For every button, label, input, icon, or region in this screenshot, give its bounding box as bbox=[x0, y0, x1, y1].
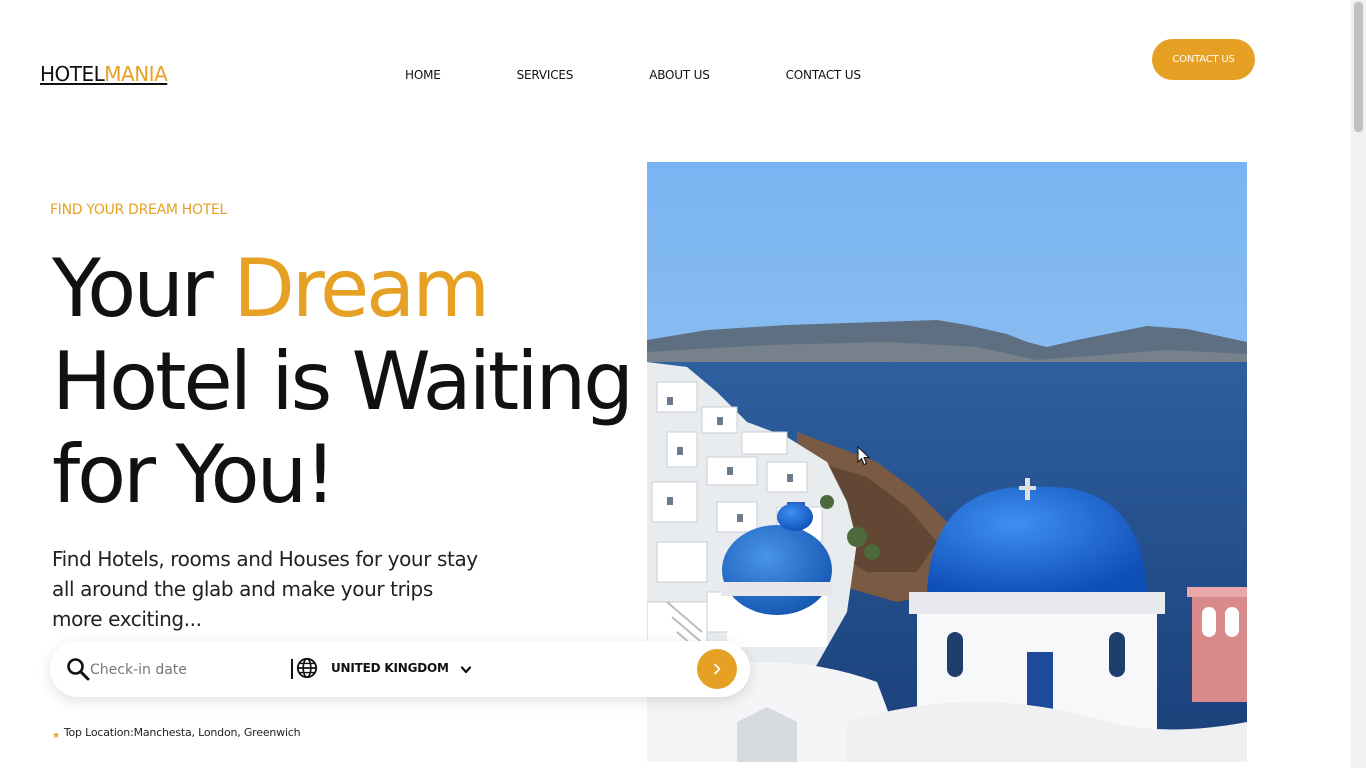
hero-headline: Your Dream Hotel is Waiting for You! bbox=[52, 242, 652, 521]
country-select[interactable]: UNITED KINGDOM bbox=[331, 661, 449, 675]
logo-part-hotel: HOTEL bbox=[40, 62, 105, 86]
nav-home[interactable]: HOME bbox=[405, 67, 441, 83]
search-bar: UNITED KINGDOM bbox=[50, 641, 750, 697]
nav-services[interactable]: SERVICES bbox=[517, 67, 574, 83]
contact-us-button[interactable]: CONTACT US bbox=[1152, 39, 1255, 80]
star-icon: ★ bbox=[52, 731, 60, 741]
headline-part1: Your bbox=[52, 242, 234, 335]
mouse-cursor-icon bbox=[857, 446, 871, 466]
scrollbar-thumb[interactable] bbox=[1354, 2, 1363, 132]
search-submit-button[interactable] bbox=[697, 649, 737, 689]
hero-eyebrow: FIND YOUR DREAM HOTEL bbox=[50, 202, 228, 218]
main-nav: HOME SERVICES ABOUT US CONTACT US bbox=[405, 67, 861, 83]
top-location: ★ Top Location:Manchesta, London, Greenwi… bbox=[52, 726, 301, 741]
nav-about-us[interactable]: ABOUT US bbox=[649, 67, 710, 83]
headline-accent: Dream bbox=[233, 242, 490, 335]
globe-icon bbox=[296, 657, 318, 679]
chevron-down-icon[interactable] bbox=[460, 665, 472, 675]
page: HOTELMANIA HOME SERVICES ABOUT US CONTAC… bbox=[0, 0, 1366, 768]
hero-subtext: Find Hotels, rooms and Houses for your s… bbox=[52, 547, 478, 631]
search-icon[interactable] bbox=[66, 657, 90, 681]
page-scrollbar[interactable] bbox=[1351, 0, 1366, 768]
checkin-date-input[interactable] bbox=[88, 658, 282, 682]
headline-part2: Hotel is Waiting for You! bbox=[52, 335, 634, 521]
top-location-text: Top Location:Manchesta, London, Greenwic… bbox=[63, 726, 301, 739]
nav-contact-us[interactable]: CONTACT US bbox=[786, 67, 861, 83]
search-divider bbox=[291, 659, 293, 679]
arrow-right-icon bbox=[714, 663, 721, 675]
logo[interactable]: HOTELMANIA bbox=[40, 61, 168, 87]
logo-part-mania: MANIA bbox=[104, 62, 168, 86]
